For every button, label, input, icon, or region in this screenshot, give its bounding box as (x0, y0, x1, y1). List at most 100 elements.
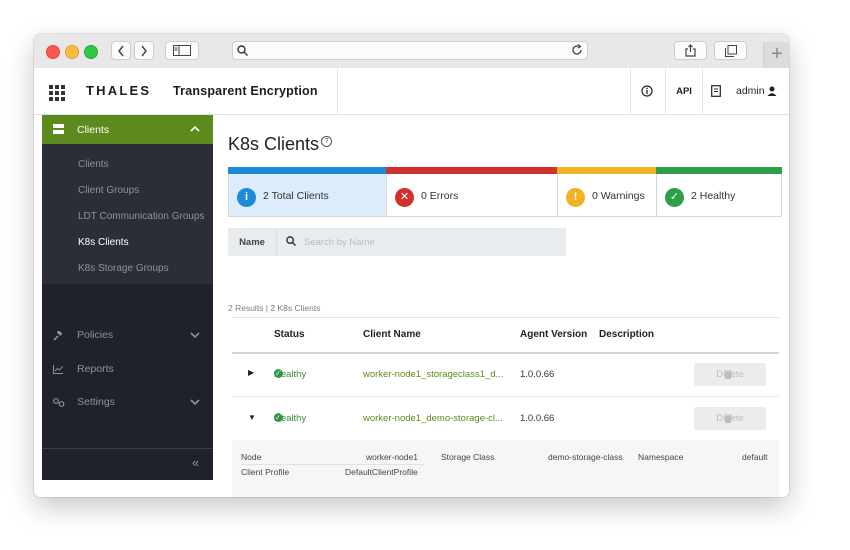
stat-color-bar (557, 167, 657, 174)
chevron-down-icon (190, 399, 200, 406)
book-icon (711, 85, 721, 97)
sidebar-subitem-client-groups[interactable]: Client Groups (78, 185, 139, 196)
server-icon (53, 124, 64, 134)
client-name-link[interactable]: worker-node1_storageclass1_d... (363, 369, 503, 380)
info-icon (641, 85, 653, 97)
minimize-window-button[interactable] (65, 45, 79, 59)
sidebar-subitem-k8s-storage-groups[interactable]: K8s Storage Groups (78, 263, 169, 274)
maximize-window-button[interactable] (84, 45, 98, 59)
browser-window: + THALES Transparent Encryption API admi… (34, 34, 789, 497)
sidebar: Clients Clients Client Groups LDT Commun… (42, 115, 213, 480)
share-icon (685, 44, 696, 57)
chevron-right-icon (141, 45, 147, 56)
column-header-status[interactable]: Status (274, 329, 305, 340)
detail-value-namespace: default (742, 452, 768, 462)
collapse-caret-icon[interactable]: ▼ (248, 413, 256, 422)
detail-label-namespace: Namespace (638, 452, 684, 462)
detail-value-client-profile: DefaultClientProfile (345, 467, 418, 477)
app-header: THALES Transparent Encryption API admin (34, 68, 789, 115)
stat-healthy[interactable]: ✓ 2 Healthy (656, 167, 782, 217)
chevron-up-icon (190, 125, 200, 132)
agent-version: 1.0.0.66 (520, 413, 555, 424)
detail-label-storage-class: Storage Class (441, 452, 495, 462)
delete-button[interactable]: Delete (694, 363, 766, 386)
double-chevron-left-icon: « (192, 455, 200, 470)
delete-button[interactable]: Delete (694, 407, 766, 430)
app-grid-icon[interactable] (49, 85, 65, 101)
search-bar: Name (228, 228, 566, 256)
browser-toolbar: + (34, 34, 789, 69)
detail-value-node: worker-node1 (366, 452, 418, 462)
table-header: Status Client Name Agent Version Descrip… (232, 317, 779, 354)
main-content: K8s Clients? i 2 Total Clients ✕ 0 Error… (228, 115, 789, 497)
info-icon: i (237, 188, 256, 207)
results-count: 2 Results | 2 K8s Clients (228, 303, 321, 313)
sidebar-item-label: Clients (77, 123, 110, 136)
forward-button[interactable] (134, 41, 154, 60)
stat-color-bar (656, 167, 782, 174)
agent-version: 1.0.0.66 (520, 369, 555, 380)
sidebar-submenu: Clients Client Groups LDT Communication … (42, 144, 213, 284)
header-divider (702, 68, 703, 114)
reload-icon[interactable] (571, 44, 583, 56)
tabs-button[interactable] (714, 41, 747, 60)
user-icon (767, 86, 777, 96)
address-bar[interactable] (232, 41, 588, 60)
product-name: Transparent Encryption (173, 84, 318, 98)
column-header-agent-version[interactable]: Agent Version (520, 329, 587, 340)
sidebar-icon (173, 45, 191, 56)
help-icon[interactable]: ? (321, 136, 333, 147)
user-menu[interactable]: admin (736, 68, 777, 114)
stat-color-bar (228, 167, 387, 174)
share-button[interactable] (674, 41, 707, 60)
expand-caret-icon[interactable]: ▶ (248, 368, 254, 377)
column-header-client-name[interactable]: Client Name (363, 329, 421, 340)
sidebar-collapse-button[interactable]: « (42, 448, 213, 481)
sidebar-subitem-k8s-clients[interactable]: K8s Clients (78, 237, 129, 248)
stat-total-clients[interactable]: i 2 Total Clients (228, 167, 387, 217)
client-name-link[interactable]: worker-node1_demo-storage-cl... (363, 413, 503, 424)
column-header-description[interactable]: Description (599, 329, 654, 340)
delete-label: Delete (716, 413, 744, 424)
back-button[interactable] (111, 41, 131, 60)
chevron-left-icon (118, 45, 124, 56)
table-row: ▶ ✓ Healthy worker-node1_storageclass1_d.… (232, 352, 779, 397)
docs-button[interactable] (711, 68, 721, 114)
sidebar-item-policies[interactable]: Policies (42, 320, 213, 350)
stat-warnings[interactable]: ! 0 Warnings (557, 167, 657, 217)
detail-label-node: Node (241, 452, 262, 462)
close-window-button[interactable] (46, 45, 60, 59)
api-link[interactable]: API (666, 68, 702, 114)
new-tab-button[interactable]: + (763, 42, 789, 68)
stat-errors[interactable]: ✕ 0 Errors (386, 167, 558, 217)
error-icon: ✕ (395, 188, 414, 207)
warning-icon: ! (566, 188, 585, 207)
sidebar-item-label: Policies (77, 329, 114, 341)
detail-divider (241, 464, 424, 465)
sidebar-item-clients[interactable]: Clients (42, 115, 213, 144)
search-icon (286, 236, 296, 246)
chevron-down-icon (190, 332, 200, 339)
stat-label: 2 Healthy (691, 190, 736, 202)
sidebar-item-reports[interactable]: Reports (42, 354, 213, 384)
page-title: K8s Clients? (228, 134, 333, 155)
gears-icon (53, 398, 65, 407)
gavel-icon (53, 331, 63, 341)
user-name: admin (736, 85, 765, 97)
search-icon (237, 45, 248, 56)
table-row: ▼ ✓ Healthy worker-node1_demo-storage-cl.… (232, 396, 779, 440)
stat-label: 2 Total Clients (263, 190, 329, 202)
chart-icon (53, 365, 63, 374)
search-field-select[interactable]: Name (228, 228, 277, 256)
detail-value-storage-class: demo-storage-class (548, 452, 623, 462)
sidebar-subitem-clients[interactable]: Clients (78, 159, 109, 170)
sidebar-subitem-ldt-communication-groups[interactable]: LDT Communication Groups (78, 211, 205, 222)
detail-label-client-profile: Client Profile (241, 467, 290, 477)
search-input[interactable] (304, 234, 554, 250)
stats-bar: i 2 Total Clients ✕ 0 Errors ! 0 Warning… (228, 167, 782, 217)
sidebar-toggle-button[interactable] (165, 41, 199, 60)
sidebar-item-settings[interactable]: Settings (42, 387, 213, 417)
page-title-text: K8s Clients (228, 134, 320, 154)
info-button[interactable] (631, 68, 663, 114)
status-text: Healthy (274, 369, 307, 380)
